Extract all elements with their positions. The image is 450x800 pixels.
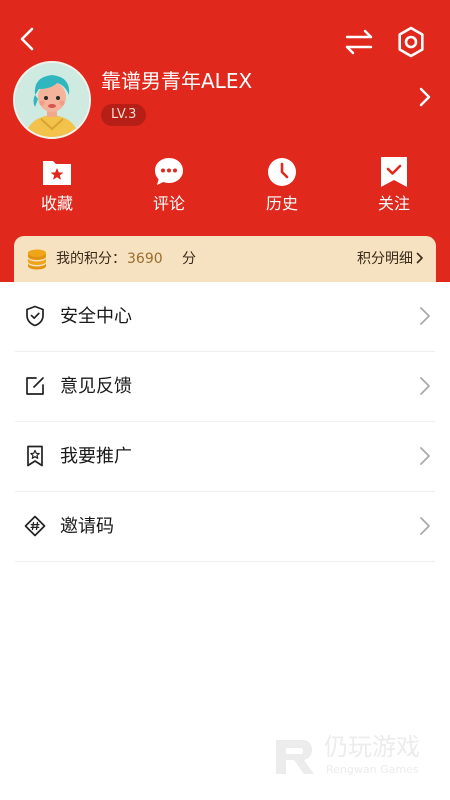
- username: 靠谱男青年ALEX: [101, 69, 253, 93]
- watermark-logo-icon: [276, 740, 314, 774]
- profile-chevron-right-icon[interactable]: [414, 84, 436, 110]
- edit-icon: [26, 377, 44, 395]
- switch-account-icon[interactable]: [342, 28, 376, 56]
- menu-item-promotion[interactable]: 我要推广: [15, 422, 435, 492]
- shield-icon: [26, 305, 44, 327]
- menu-item-label: 意见反馈: [60, 376, 132, 397]
- back-arrow-icon[interactable]: [14, 24, 42, 54]
- menu-item-feedback[interactable]: 意见反馈: [15, 352, 435, 422]
- avatar-illustration: [15, 63, 89, 137]
- coin-stack-icon: [28, 249, 46, 270]
- settings-gear-icon[interactable]: [394, 24, 428, 60]
- avatar[interactable]: [13, 61, 91, 139]
- shortcut-following[interactable]: 关注: [349, 152, 439, 218]
- points-detail-label: 积分明细: [357, 251, 413, 267]
- shortcut-favorites[interactable]: 收藏: [12, 152, 102, 218]
- profile-header: 靠谱男青年ALEX LV.3 收藏 评论 历史 关注 我的积分： 3690 分 …: [0, 0, 450, 282]
- comment-bubble-icon: [155, 158, 183, 185]
- chevron-right-icon: [420, 447, 430, 465]
- points-value: 3690: [127, 251, 163, 267]
- points-unit: 分: [182, 251, 196, 267]
- chevron-right-icon: [420, 517, 430, 535]
- points-detail-link[interactable]: 积分明细: [357, 236, 424, 282]
- watermark-title: 仍玩游戏: [324, 733, 420, 761]
- menu-item-label: 安全中心: [60, 306, 132, 327]
- hashtag-ticket-icon: [24, 515, 46, 537]
- level-badge: LV.3: [101, 104, 147, 126]
- shortcut-label: 历史: [265, 194, 298, 213]
- favorites-folder-icon: [43, 161, 71, 185]
- shortcut-label: 关注: [377, 194, 410, 213]
- watermark-subtitle: Rengwan Games: [326, 763, 419, 776]
- menu-item-invite-code[interactable]: 邀请码: [15, 492, 435, 562]
- points-bar: 我的积分： 3690 分 积分明细: [14, 236, 436, 282]
- chevron-right-icon: [416, 252, 423, 264]
- shortcut-comments[interactable]: 评论: [124, 152, 214, 218]
- shortcut-history[interactable]: 历史: [237, 152, 327, 218]
- menu-list: 安全中心 意见反馈 我要推广 邀请码: [0, 282, 450, 562]
- chevron-right-icon: [420, 377, 430, 395]
- chevron-right-icon: [420, 307, 430, 325]
- menu-item-label: 邀请码: [60, 516, 114, 537]
- promo-bookmark-icon: [27, 445, 43, 467]
- shortcut-label: 评论: [152, 194, 185, 213]
- menu-item-security-center[interactable]: 安全中心: [15, 282, 435, 352]
- follow-bookmark-icon: [381, 157, 407, 187]
- menu-item-label: 我要推广: [60, 446, 132, 467]
- points-label: 我的积分：: [56, 251, 126, 267]
- shortcut-label: 收藏: [40, 194, 73, 213]
- watermark: 仍玩游戏 Rengwan Games: [272, 730, 432, 782]
- history-clock-icon: [268, 158, 296, 186]
